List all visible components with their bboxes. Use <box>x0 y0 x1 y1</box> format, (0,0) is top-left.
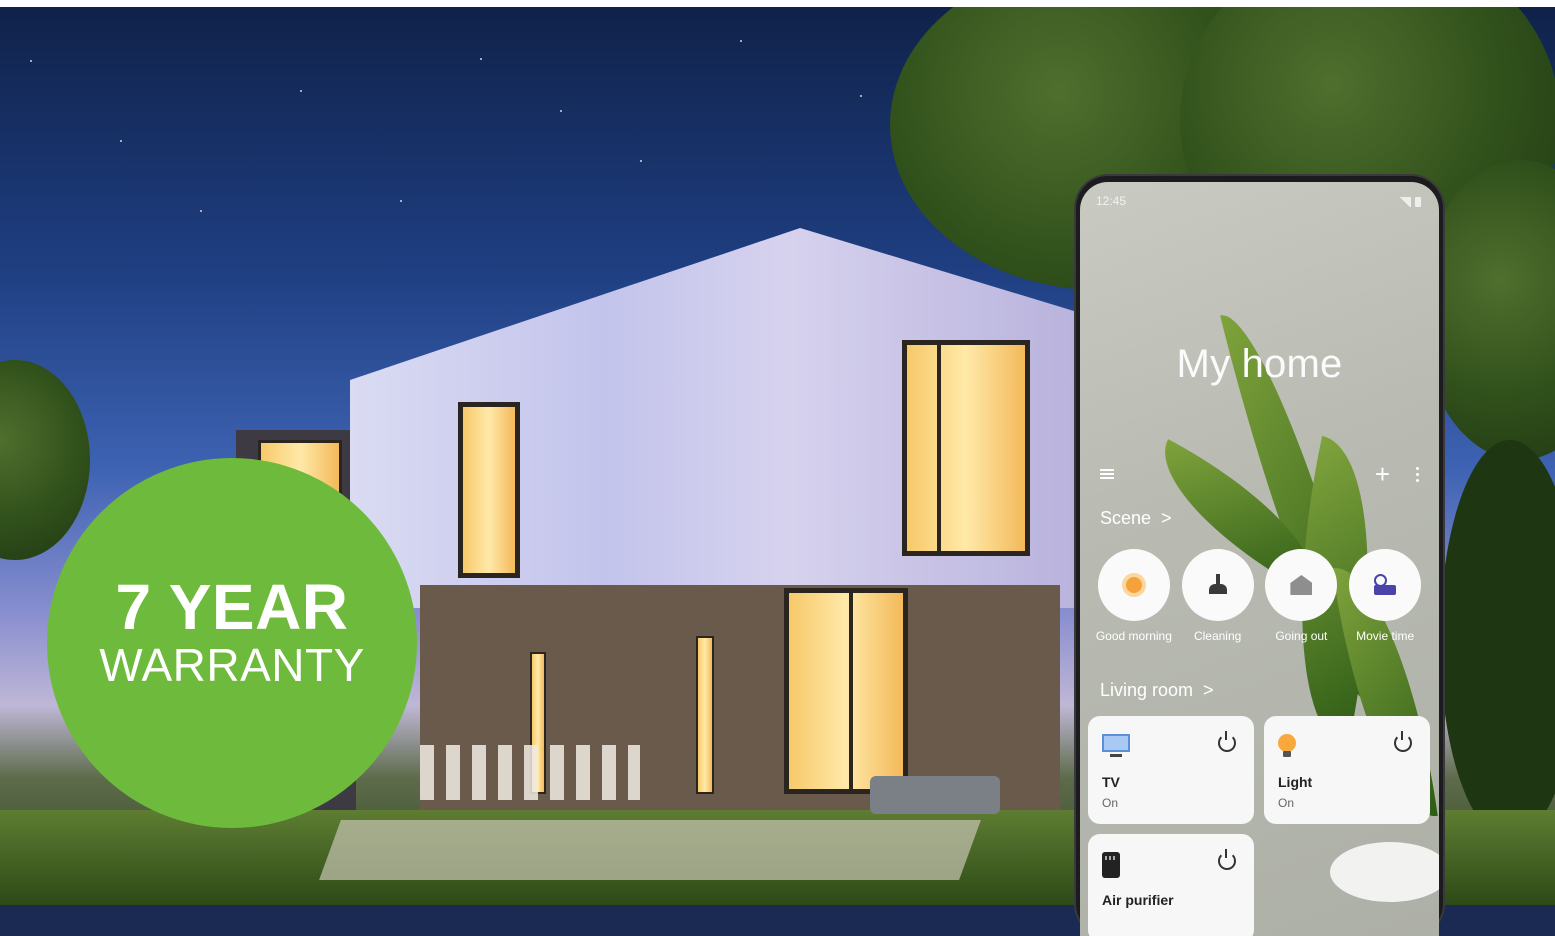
status-time: 12:45 <box>1096 194 1127 208</box>
scene-going-out[interactable]: Going out <box>1260 549 1344 644</box>
hamburger-icon[interactable] <box>1100 469 1114 479</box>
battery-icon <box>1415 197 1421 207</box>
signal-icon <box>1399 197 1411 207</box>
scene-label: Cleaning <box>1193 629 1242 643</box>
broom-icon <box>1207 574 1229 596</box>
badge-subtitle: WARRANTY <box>99 639 365 691</box>
device-status: On <box>1102 796 1119 810</box>
status-icons <box>1399 194 1421 210</box>
living-room-section-link[interactable]: Living room > <box>1100 680 1214 701</box>
scene-section-link[interactable]: Scene > <box>1100 508 1172 529</box>
scene-movie-time[interactable]: Movie time <box>1343 549 1427 644</box>
device-status: On <box>1278 796 1295 810</box>
device-cards: TV On Light On Air purifier <box>1088 716 1431 936</box>
device-card-tv[interactable]: TV On <box>1088 716 1254 824</box>
chevron-right-icon: > <box>1203 680 1214 700</box>
badge-title: 7 YEAR <box>115 571 349 643</box>
sun-icon <box>1125 577 1142 593</box>
scene-label: Good morning <box>1095 629 1172 643</box>
house-icon <box>1290 575 1313 595</box>
scene-cleaning[interactable]: Cleaning <box>1176 549 1260 644</box>
scene-label: Movie time <box>1356 629 1415 643</box>
phone-mockup: 12:45 My home + Scene > Good morning Cle… <box>1076 176 1443 936</box>
chevron-right-icon: > <box>1161 508 1172 528</box>
top-strip <box>0 0 1555 7</box>
plus-icon[interactable]: + <box>1375 461 1390 487</box>
power-icon[interactable] <box>1218 731 1236 752</box>
camera-icon <box>1372 574 1398 596</box>
room-section-title: Living room <box>1100 680 1194 700</box>
phone-screen: 12:45 My home + Scene > Good morning Cle… <box>1080 182 1439 936</box>
device-card-light[interactable]: Light On <box>1264 716 1430 824</box>
warranty-badge: 7 YEAR WARRANTY <box>47 458 417 828</box>
device-name: Air purifier <box>1102 892 1174 908</box>
scene-list: Good morning Cleaning Going out Movie ti… <box>1092 549 1427 644</box>
device-name: Light <box>1278 774 1313 790</box>
device-name: TV <box>1102 774 1120 790</box>
device-card-air-purifier[interactable]: Air purifier <box>1088 834 1254 936</box>
tv-icon <box>1102 734 1130 757</box>
scene-good-morning[interactable]: Good morning <box>1092 549 1176 644</box>
power-icon[interactable] <box>1394 731 1412 752</box>
scene-label: Going out <box>1275 629 1328 643</box>
app-toolbar: + <box>1100 461 1419 487</box>
status-bar: 12:45 <box>1096 194 1421 210</box>
air-purifier-icon <box>1102 852 1120 878</box>
more-vertical-icon[interactable] <box>1416 466 1419 482</box>
bulb-icon <box>1278 734 1296 757</box>
scene-section-title: Scene <box>1100 508 1152 528</box>
home-title: My home <box>1176 342 1343 386</box>
power-icon[interactable] <box>1218 849 1236 870</box>
